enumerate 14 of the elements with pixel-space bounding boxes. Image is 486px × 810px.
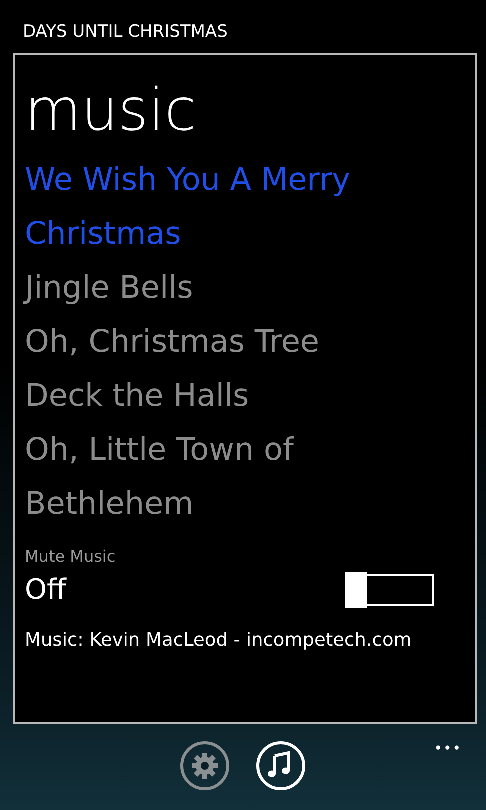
song-item[interactable]: We Wish You A Merry Christmas [25,153,465,261]
page-title: music [25,75,198,139]
more-button[interactable]: ••• [434,742,462,756]
toggle-value: Off [25,572,66,608]
song-item[interactable]: Deck the Halls [25,369,465,423]
app-title: DAYS UNTIL CHRISTMAS [22,21,229,44]
toggle-switch[interactable] [345,572,435,608]
settings-button[interactable] [179,740,231,792]
song-item[interactable]: Jingle Bells [25,261,465,315]
song-item[interactable]: Oh, Christmas Tree [25,315,465,369]
credit-text: Music: Kevin MacLeod - incompetech.com [25,629,413,653]
toggle-label: Mute Music [25,546,117,568]
music-button[interactable] [255,740,307,792]
song-item[interactable]: Oh, Little Town of Bethlehem [25,423,465,531]
